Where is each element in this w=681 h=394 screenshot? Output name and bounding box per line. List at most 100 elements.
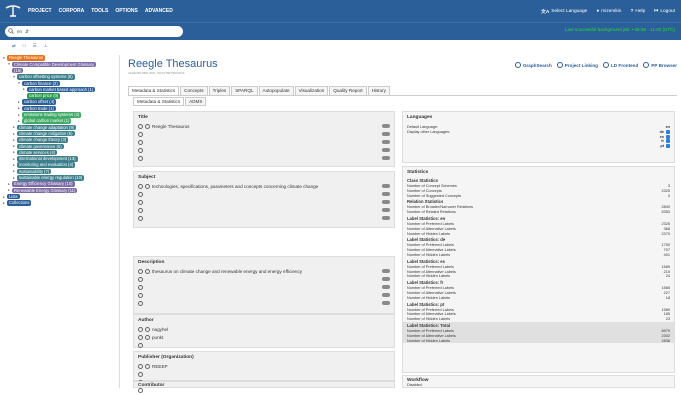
user-menu[interactable]: ● mizerskin xyxy=(596,9,621,14)
search-input[interactable]: en ⇵ xyxy=(5,26,183,37)
tree-node-label[interactable]: carbon market based approach (1) xyxy=(27,86,96,93)
select-language-button[interactable]: 文A Select Language xyxy=(541,8,587,15)
tree-node-label[interactable]: climate change theory (3) xyxy=(17,137,69,143)
edit-icon[interactable] xyxy=(138,123,143,129)
tree-node-label[interactable]: (15) xyxy=(12,67,24,74)
list-view-icon[interactable]: ☰ xyxy=(33,43,37,51)
edit-icon[interactable] xyxy=(138,276,143,282)
tree-node-label[interactable]: international development (13) xyxy=(17,156,78,162)
edit-icon[interactable] xyxy=(138,371,143,377)
edit-icon[interactable] xyxy=(138,268,143,274)
edit-icon[interactable] xyxy=(138,207,143,213)
edit-icon[interactable] xyxy=(138,131,143,137)
tab-sparql[interactable]: SPARQL xyxy=(231,86,258,95)
tree-node-label[interactable]: carbon trade (1) xyxy=(22,105,56,112)
language-toggle[interactable] xyxy=(382,301,390,305)
caret-right-icon[interactable]: ▸ xyxy=(7,187,11,193)
tree-node-label[interactable]: carbon offset (4) xyxy=(22,99,57,105)
menu-advanced[interactable]: ADVANCED xyxy=(145,8,173,14)
subtab-metadata-statistics[interactable]: Metadata & Statistics xyxy=(133,97,185,106)
tab-concepts[interactable]: Concepts xyxy=(180,86,208,95)
delete-icon[interactable] xyxy=(145,268,150,274)
caret-right-icon[interactable]: ▸ xyxy=(17,118,21,124)
tree-node-label[interactable]: carbon offsetting systems (6) xyxy=(17,74,75,80)
edit-icon[interactable] xyxy=(138,215,143,221)
tab-visualization[interactable]: Visualization xyxy=(294,86,329,95)
tree-node[interactable]: ▸ Collections xyxy=(2,200,119,206)
tree-view-icon[interactable]: ⇌ xyxy=(12,43,16,51)
delete-icon[interactable] xyxy=(145,183,150,189)
tab-quality-report[interactable]: Quality Report xyxy=(329,86,367,95)
edit-icon[interactable] xyxy=(138,300,143,306)
caret-down-icon[interactable]: ▾ xyxy=(2,55,6,61)
edit-icon[interactable] xyxy=(138,363,143,369)
graphsearch-button[interactable]: GraphSearch xyxy=(514,62,552,68)
project-linking-button[interactable]: Project Linking xyxy=(556,62,598,68)
edit-icon[interactable] xyxy=(138,342,143,348)
caret-right-icon[interactable]: ▸ xyxy=(12,175,16,181)
tree-node-label[interactable]: climate services (4) xyxy=(17,149,58,156)
delete-icon[interactable] xyxy=(145,326,150,332)
language-checkbox-fr[interactable] xyxy=(666,139,670,144)
edit-icon[interactable] xyxy=(138,326,143,332)
language-toggle[interactable] xyxy=(382,293,390,297)
tab-triples[interactable]: Triples xyxy=(208,86,231,95)
caret-down-icon[interactable]: ▾ xyxy=(12,74,16,80)
language-toggle[interactable] xyxy=(382,192,390,196)
caret-right-icon[interactable]: ▸ xyxy=(2,200,6,206)
delete-icon[interactable] xyxy=(145,363,150,369)
language-toggle[interactable] xyxy=(382,277,390,281)
subtab-adms[interactable]: ADMS xyxy=(185,97,207,106)
menu-project[interactable]: PROJECT xyxy=(28,8,52,14)
tree-node-label[interactable]: sustainable energy regulation (10) xyxy=(17,175,85,181)
tree-node-label[interactable]: emissions trading systems (4) xyxy=(22,112,82,118)
edit-icon[interactable] xyxy=(138,139,143,145)
language-toggle[interactable] xyxy=(382,184,390,188)
tree-node-label[interactable]: climate change mitigation (5) xyxy=(17,130,75,137)
tab-autopopulate[interactable]: Autopopulate xyxy=(258,86,294,95)
delete-icon[interactable] xyxy=(145,123,150,129)
language-toggle[interactable] xyxy=(382,124,390,128)
document-icon[interactable]: □ xyxy=(23,43,26,51)
edit-icon[interactable] xyxy=(138,191,143,197)
edit-icon[interactable] xyxy=(138,155,143,161)
tree-node-label[interactable]: Energy Efficiency Glossary (10) xyxy=(12,181,75,187)
caret-down-icon[interactable]: ▾ xyxy=(7,61,11,67)
language-toggle[interactable] xyxy=(382,208,390,212)
tree-node-label[interactable]: monitoring and evaluation (4) xyxy=(17,162,76,168)
menu-tools[interactable]: TOOLS xyxy=(91,8,108,14)
language-checkbox-de[interactable] xyxy=(666,129,670,134)
language-toggle[interactable] xyxy=(382,269,390,273)
logout-button[interactable]: ↦ Logout xyxy=(654,9,675,14)
edit-icon[interactable] xyxy=(138,199,143,205)
tree-node-label[interactable]: Collections xyxy=(7,200,32,206)
language-toggle[interactable] xyxy=(382,200,390,204)
tree-node-label[interactable]: global carbon market (1) xyxy=(22,118,72,124)
tree-node-label[interactable]: carbon price (0) xyxy=(27,93,61,99)
language-toggle[interactable] xyxy=(382,148,390,152)
delete-icon[interactable] xyxy=(145,334,150,340)
edit-icon[interactable] xyxy=(138,183,143,189)
edit-icon[interactable] xyxy=(138,292,143,298)
caret-right-icon[interactable]: ▸ xyxy=(22,86,26,92)
tab-metadata-statistics[interactable]: Metadata & Statistics xyxy=(128,86,180,95)
language-toggle[interactable] xyxy=(382,132,390,136)
language-toggle[interactable] xyxy=(382,285,390,289)
tree-node-label[interactable]: Renewable Energy Glossary (11) xyxy=(12,187,78,194)
language-toggle[interactable] xyxy=(382,140,390,144)
edit-icon[interactable] xyxy=(138,284,143,290)
language-toggle[interactable] xyxy=(382,156,390,160)
tree-node-label[interactable]: climate change adaptation (9) xyxy=(17,124,77,131)
tree-node-label[interactable]: Reegle Thesaurus xyxy=(7,55,46,61)
language-checkbox-pt[interactable] xyxy=(666,144,670,149)
tree-node-label[interactable]: sustainability (7) xyxy=(17,168,52,175)
tab-history[interactable]: History xyxy=(367,86,390,95)
tree-node-label[interactable]: climate governance (5) xyxy=(17,143,64,150)
tree-node-label[interactable]: Lists xyxy=(7,193,20,200)
menu-options[interactable]: OPTIONS xyxy=(115,8,138,14)
poolparty-logo-icon[interactable] xyxy=(4,4,22,18)
tree-node-label[interactable]: carbon finance (2) xyxy=(22,80,60,87)
pp-browser-button[interactable]: PP Browser xyxy=(643,62,677,68)
ld-frontend-button[interactable]: LD Frontend xyxy=(602,62,638,68)
help-button[interactable]: ? Help xyxy=(630,9,645,14)
